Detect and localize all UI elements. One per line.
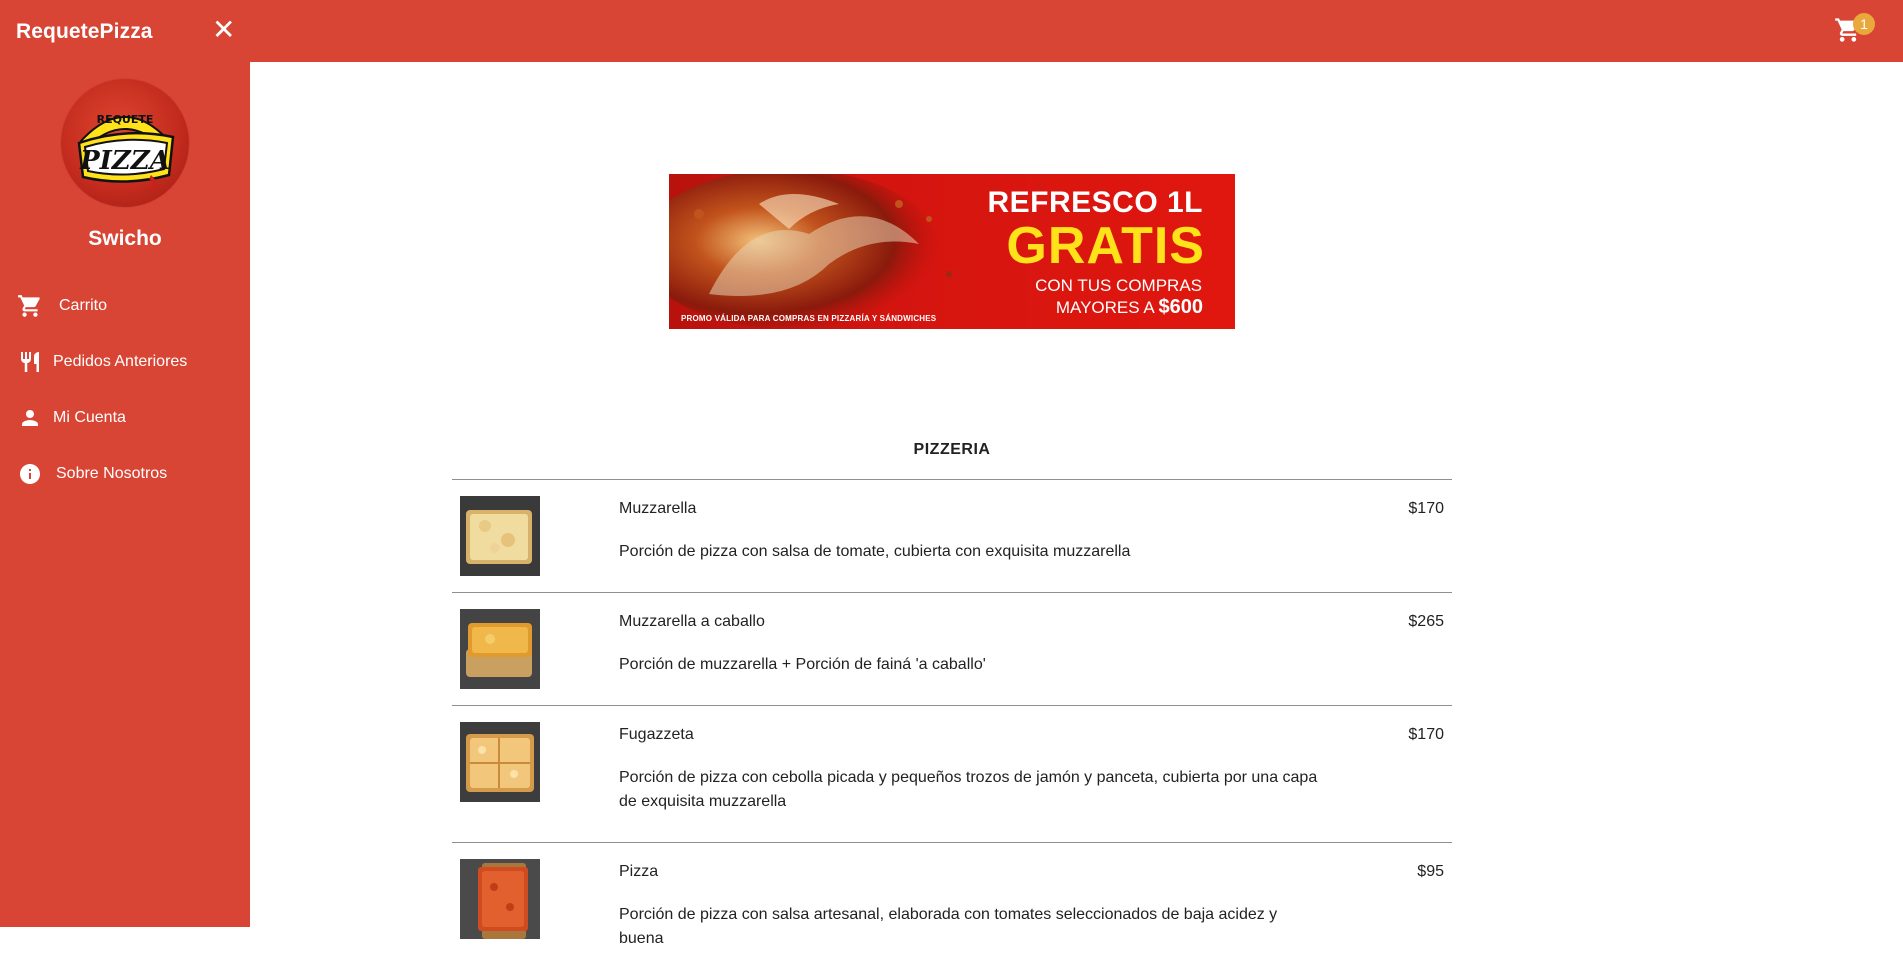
menu-item-row[interactable]: Fugazzeta $170 Porción de pizza con cebo… bbox=[452, 705, 1452, 842]
product-image bbox=[460, 859, 540, 939]
close-drawer-button[interactable]: ✕ bbox=[212, 14, 235, 46]
sidebar-item-pedidos-anteriores[interactable]: Pedidos Anteriores bbox=[0, 334, 250, 390]
sidebar-nav: Carrito Pedidos Anteriores Mi Cuenta Sob… bbox=[0, 278, 250, 502]
product-image bbox=[460, 609, 540, 689]
banner-fine-print: PROMO VÁLIDA PARA COMPRAS EN PIZZARÍA Y … bbox=[681, 314, 937, 323]
banner-gratis: GRATIS bbox=[1006, 217, 1205, 275]
product-name: Fugazzeta bbox=[619, 726, 694, 743]
fork-knife-icon bbox=[16, 348, 44, 376]
product-price: $265 bbox=[1408, 613, 1444, 630]
sidebar-item-label: Carrito bbox=[59, 297, 108, 314]
top-app-bar: 1 bbox=[0, 0, 1903, 62]
banner-amount: $600 bbox=[1158, 296, 1204, 318]
restaurant-logo: REQUETE PIZZA bbox=[61, 79, 189, 207]
menu-list: Muzzarella $170 Porción de pizza con sal… bbox=[452, 479, 1452, 962]
product-image bbox=[460, 496, 540, 576]
product-price: $170 bbox=[1408, 500, 1444, 517]
banner-headline: REFRESCO 1L bbox=[987, 186, 1203, 219]
banner-subline: CON TUS COMPRAS bbox=[1035, 276, 1202, 295]
product-name: Muzzarella bbox=[619, 500, 697, 517]
product-description: Porción de pizza con salsa de tomate, cu… bbox=[619, 543, 1131, 560]
product-name: Muzzarella a caballo bbox=[619, 613, 765, 630]
banner-amount-line: MAYORES A $600 bbox=[1056, 296, 1203, 319]
sidebar-item-label: Sobre Nosotros bbox=[56, 465, 168, 482]
menu-item-row[interactable]: Muzzarella a caballo $265 Porción de muz… bbox=[452, 592, 1452, 705]
cart-count-badge: 1 bbox=[1853, 13, 1875, 35]
menu-item-row[interactable]: Muzzarella $170 Porción de pizza con sal… bbox=[452, 479, 1452, 592]
person-icon bbox=[16, 404, 44, 432]
logo-text-top: REQUETE bbox=[97, 113, 154, 126]
product-description: Porción de pizza con salsa artesanal, el… bbox=[619, 906, 1278, 947]
sidebar-item-label: Mi Cuenta bbox=[53, 409, 126, 426]
sidebar-item-sobre-nosotros[interactable]: Sobre Nosotros bbox=[0, 446, 250, 502]
banner-amount-prefix: MAYORES A bbox=[1055, 298, 1159, 317]
menu-item-row[interactable]: Pizza $95 Porción de pizza con salsa art… bbox=[452, 842, 1452, 962]
product-description: Porción de muzzarella + Porción de fainá… bbox=[619, 656, 986, 673]
sidebar-drawer: RequetePizza ✕ REQUETE PIZZA Swicho Carr… bbox=[0, 0, 250, 927]
product-price: $95 bbox=[1417, 863, 1444, 880]
sidebar-item-carrito[interactable]: Carrito bbox=[0, 278, 250, 334]
section-title: PIZZERIA bbox=[913, 441, 991, 458]
cart-icon bbox=[16, 292, 44, 320]
product-price: $170 bbox=[1408, 726, 1444, 743]
header-cart-button[interactable]: 1 bbox=[1833, 13, 1875, 46]
brand-title: RequetePizza bbox=[16, 20, 153, 43]
product-name: Pizza bbox=[619, 863, 659, 880]
product-image bbox=[460, 722, 540, 802]
sidebar-item-mi-cuenta[interactable]: Mi Cuenta bbox=[0, 390, 250, 446]
soda-splash-image bbox=[669, 174, 952, 329]
user-name: Swicho bbox=[88, 227, 162, 250]
logo-text-main: PIZZA bbox=[79, 146, 170, 176]
info-icon bbox=[16, 460, 44, 488]
product-description: Porción de pizza con cebolla picada y pe… bbox=[619, 769, 1318, 810]
promo-banner[interactable]: REFRESCO 1L GRATIS CON TUS COMPRAS MAYOR… bbox=[669, 174, 1235, 329]
sidebar-item-label: Pedidos Anteriores bbox=[53, 353, 188, 370]
